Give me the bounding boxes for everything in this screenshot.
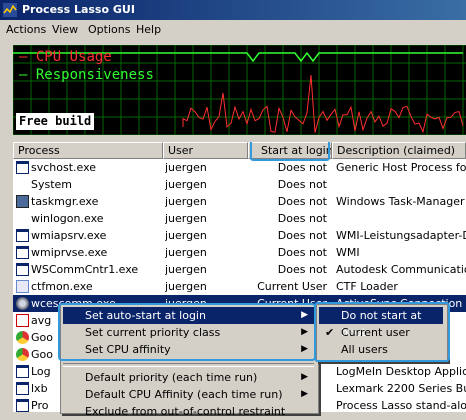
col-header-process[interactable]: Process: [13, 142, 163, 159]
gear-icon: [16, 297, 29, 310]
menu-view[interactable]: View: [52, 23, 78, 36]
start-at-login: Does not: [277, 178, 327, 191]
chrome-icon: [16, 331, 29, 344]
context-menu: Set auto-start at login ▶ Set current pr…: [60, 304, 319, 418]
menu-item-cpu-affinity[interactable]: Set CPU affinity ▶: [63, 341, 314, 358]
table-row[interactable]: svchost.exe juergen Does not Generic Host P…: [13, 159, 466, 176]
table-row[interactable]: wmiapsrv.exe juergen Does not WMI-Leistungs…: [13, 227, 466, 244]
cpu-usage-trace: [182, 74, 464, 134]
menu-item-default-affinity[interactable]: Default CPU Affinity (each time run) ▶: [63, 386, 314, 403]
title-bar: Process Lasso GUI: [0, 0, 466, 20]
description: Process Lasso stand-alone: [336, 399, 466, 412]
window-icon: [16, 246, 29, 259]
user-name: juergen: [165, 195, 207, 208]
process-name: winlogon.exe: [31, 212, 104, 225]
process-name: WSCommCntr1.exe: [31, 263, 139, 276]
window-icon: [16, 399, 29, 412]
auto-start-submenu: Do not start at boot ✔ Current user All …: [316, 304, 448, 362]
description: Generic Host Process for W: [336, 161, 466, 174]
submenu-arrow-icon: ▶: [301, 344, 308, 354]
submenu-item-current-user[interactable]: ✔ Current user: [319, 324, 443, 341]
process-name: wmiprvse.exe: [31, 246, 108, 259]
menu-help[interactable]: Help: [136, 23, 161, 36]
start-at-login: Does not: [277, 229, 327, 242]
table-row[interactable]: System juergen Does not: [13, 176, 466, 193]
description: WMI: [336, 246, 360, 259]
app-icon: [3, 3, 17, 17]
start-at-login: Does not: [277, 263, 327, 276]
description: Lexmark 2200 Series Butto: [336, 382, 466, 395]
menu-item-auto-start[interactable]: Set auto-start at login ▶: [63, 307, 314, 324]
window-icon: [16, 263, 29, 276]
taskmgr-icon: [16, 195, 29, 208]
cpu-graph: — CPU Usage — Responsiveness Free build: [13, 45, 466, 135]
user-name: juergen: [165, 212, 207, 225]
chrome-icon: [16, 348, 29, 361]
user-name: juergen: [165, 280, 207, 293]
legend-cpu: — CPU Usage: [19, 49, 112, 65]
window-icon: [16, 365, 29, 378]
user-name: juergen: [165, 263, 207, 276]
submenu-item-label: Current user: [341, 326, 410, 339]
description: Windows Task-Manager: [336, 195, 465, 208]
window-title: Process Lasso GUI: [22, 3, 135, 16]
menu-item-priority-class[interactable]: Set current priority class ▶: [63, 324, 314, 341]
submenu-arrow-icon: ▶: [301, 327, 308, 337]
user-name: juergen: [165, 246, 207, 259]
submenu-arrow-icon: ▶: [301, 372, 308, 382]
menu-item-label: Default priority (each time run): [85, 371, 258, 384]
free-build-label: Free build: [16, 113, 95, 130]
table-row[interactable]: WSCommCntr1.exe juergen Does not Autodesk C…: [13, 261, 466, 278]
user-name: juergen: [165, 229, 207, 242]
legend-resp-label: Responsiveness: [35, 67, 154, 83]
table-row[interactable]: ctfmon.exe juergen Current User CTF Loader: [13, 278, 466, 295]
start-at-login: Does not: [277, 161, 327, 174]
start-at-login: Does not: [277, 246, 327, 259]
list-header: Process User Start at login Description …: [13, 142, 466, 161]
process-name: wmiapsrv.exe: [31, 229, 107, 242]
menu-separator: [63, 363, 314, 367]
legend-cpu-swatch: —: [19, 49, 28, 65]
menu-options[interactable]: Options: [88, 23, 130, 36]
table-row[interactable]: wmiprvse.exe juergen Does not WMI: [13, 244, 466, 261]
submenu-arrow-icon: ▶: [301, 389, 308, 399]
avg-icon: [16, 314, 29, 327]
start-at-login: Current User: [257, 280, 327, 293]
menu-item-label: Default CPU Affinity (each time run): [85, 388, 283, 401]
user-name: juergen: [165, 161, 207, 174]
submenu-item-do-not-start[interactable]: Do not start at boot: [319, 307, 443, 339]
table-row[interactable]: taskmgr.exe juergen Does not Windows Task-M…: [13, 193, 466, 210]
start-at-login: Does not: [277, 212, 327, 225]
process-name: svchost.exe: [31, 161, 97, 174]
ctf-icon: [16, 280, 29, 293]
menu-bar: Actions View Options Help: [0, 20, 466, 40]
menu-item-default-priority[interactable]: Default priority (each time run) ▶: [63, 369, 314, 386]
checkmark-icon: ✔: [325, 326, 335, 339]
process-name: ctfmon.exe: [31, 280, 93, 293]
start-at-login: Does not: [277, 195, 327, 208]
window-icon: [16, 382, 29, 395]
menu-item-label: Set auto-start at login: [85, 309, 206, 322]
menu-item-label: Set CPU affinity: [85, 343, 171, 356]
process-name: taskmgr.exe: [31, 195, 99, 208]
col-header-description[interactable]: Description (claimed): [332, 142, 466, 159]
legend-resp-swatch: —: [19, 67, 28, 83]
submenu-item-all-users[interactable]: All users: [319, 341, 443, 358]
process-name: System: [31, 178, 73, 191]
menu-actions[interactable]: Actions: [6, 23, 46, 36]
submenu-arrow-icon: ▶: [301, 310, 308, 320]
legend-cpu-label: CPU Usage: [35, 49, 112, 65]
user-name: juergen: [165, 178, 207, 191]
description: WMI-Leistungsadapter-Dien: [336, 229, 466, 242]
description: CTF Loader: [336, 280, 398, 293]
window-icon: [16, 161, 29, 174]
window-icon: [16, 229, 29, 242]
menu-item-label: Set current priority class: [85, 326, 221, 339]
col-header-user[interactable]: User: [163, 142, 248, 159]
description: Autodesk Communication C: [336, 263, 466, 276]
submenu-item-label: All users: [341, 343, 388, 356]
description: LogMeIn Desktop Applicatio: [336, 365, 466, 378]
table-row[interactable]: winlogon.exe juergen Does not: [13, 210, 466, 227]
legend-responsiveness: — Responsiveness: [19, 67, 154, 83]
